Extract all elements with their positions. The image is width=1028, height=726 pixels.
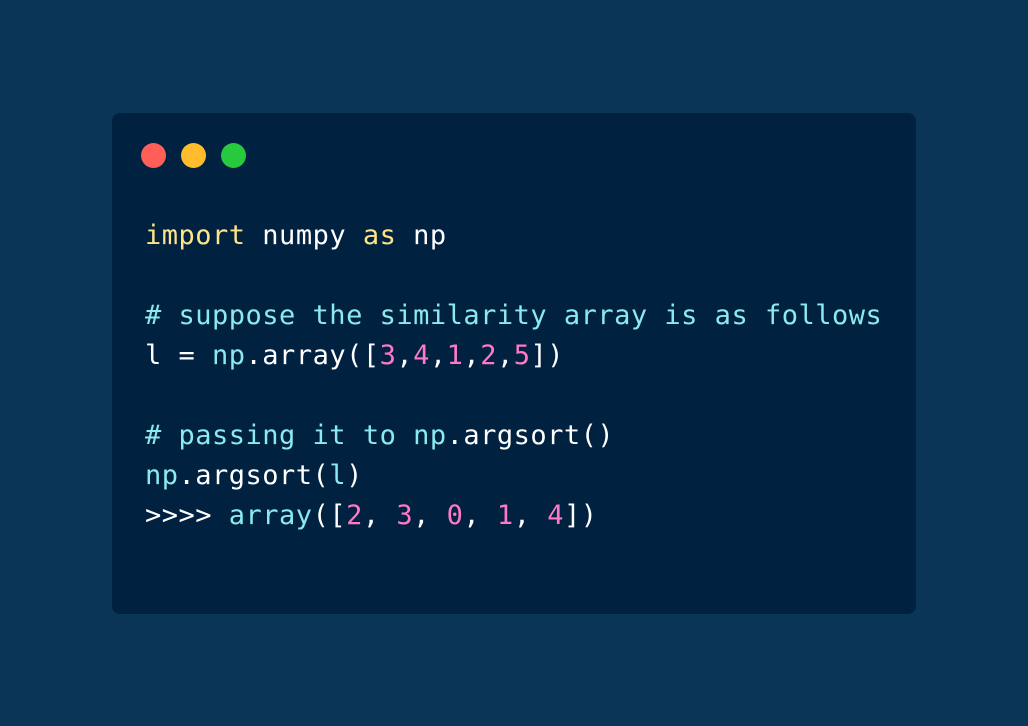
code-token-plain: ]) [563, 500, 598, 531]
code-token-cyan: np [145, 460, 179, 491]
code-token-number: 1 [446, 340, 464, 371]
code-token-plain: , [429, 340, 447, 371]
code-token-plain: .array([ [245, 340, 380, 371]
code-token-number: 4 [413, 340, 430, 371]
code-token-plain: , [463, 340, 481, 371]
window-controls [141, 143, 246, 168]
code-token-number: 3 [379, 340, 397, 371]
code-token-number: 5 [513, 340, 531, 371]
code-line: l = np.array([3,4,1,2,5]) [145, 336, 882, 376]
code-block: import numpy as np # suppose the similari… [145, 216, 882, 536]
code-token-cyan: # passing it to [145, 420, 414, 451]
code-token-cyan: # suppose the similarity array is as fol… [145, 300, 883, 331]
minimize-dot[interactable] [181, 143, 206, 168]
maximize-dot[interactable] [221, 143, 246, 168]
code-token-keyword: import [145, 220, 246, 251]
code-token-plain: , [496, 340, 514, 371]
code-token-number: 2 [346, 500, 363, 531]
code-token-cyan: np [212, 340, 246, 371]
code-token-plain: ]) [530, 340, 564, 371]
code-line: # passing it to np.argsort() [145, 416, 882, 456]
code-token-number: 4 [547, 500, 564, 531]
code-line: >>>> array([2, 3, 0, 1, 4]) [145, 496, 882, 536]
code-token-plain: ([ [312, 500, 347, 531]
code-token-keyword: as [362, 220, 397, 251]
code-line: # suppose the similarity array is as fol… [145, 296, 882, 336]
code-token-number: 3 [396, 500, 414, 531]
code-token-plain: np [396, 220, 447, 251]
code-token-plain: numpy [245, 220, 363, 251]
code-token-number: 0 [446, 500, 464, 531]
code-token-plain: , [413, 500, 447, 531]
code-window: import numpy as np # suppose the similari… [112, 113, 916, 614]
code-token-plain: , [463, 500, 497, 531]
code-token-plain: , [513, 500, 548, 531]
code-line: np.argsort(l) [145, 456, 882, 496]
code-token-plain: l = [145, 340, 213, 371]
close-dot[interactable] [141, 143, 166, 168]
code-token-plain: , [396, 340, 414, 371]
code-token-plain: .argsort( [178, 460, 330, 491]
code-token-number: 2 [480, 340, 497, 371]
code-line: import numpy as np [145, 216, 882, 256]
code-token-plain: .argsort() [446, 420, 615, 451]
code-token-number: 1 [496, 500, 514, 531]
code-token-cyan: np [413, 420, 447, 451]
code-token-plain: ) [346, 460, 363, 491]
code-token-cyan: array [228, 500, 313, 531]
code-token-cyan: l [329, 460, 347, 491]
code-token-plain: >>>> [145, 500, 229, 531]
code-token-plain: , [362, 500, 397, 531]
